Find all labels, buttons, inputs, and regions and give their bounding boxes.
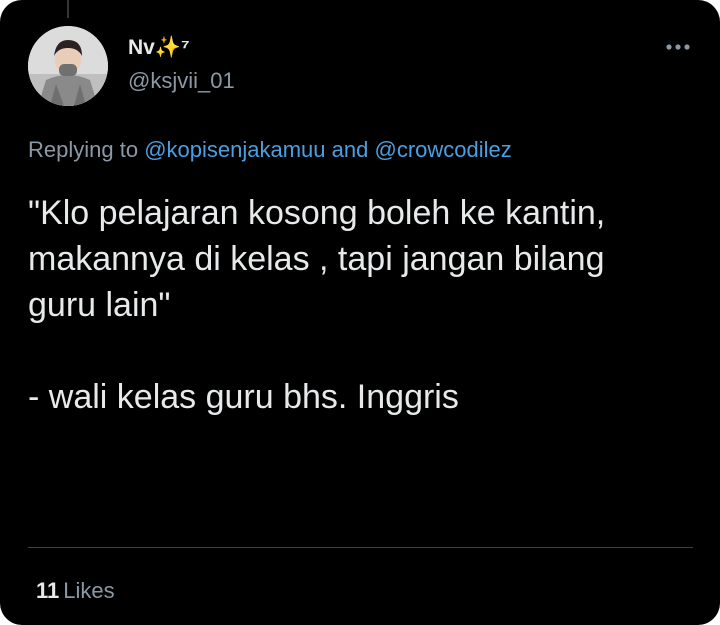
tweet-text-line: "Klo pelajaran kosong boleh ke kantin, (28, 194, 606, 232)
likes-count: 11 (36, 578, 60, 603)
avatar[interactable] (28, 26, 108, 106)
replying-to-prefix: Replying to (28, 137, 139, 162)
replying-to-conjunction: and (331, 137, 369, 162)
replying-to-line: Replying to @kopisenjakamuu and @crowcod… (28, 136, 512, 164)
avatar-image (28, 26, 108, 106)
tweet-body: "Klo pelajaran kosong boleh ke kantin, m… (28, 190, 688, 420)
author-handle[interactable]: @ksjvii_01 (128, 68, 235, 94)
likes-stat[interactable]: 11 Likes (36, 577, 115, 605)
tweet-text-line: - wali kelas guru bhs. Inggris (28, 378, 459, 416)
mention-link-1[interactable]: @kopisenjakamuu (144, 137, 325, 162)
author-display-name[interactable]: Nv✨⁷ (128, 36, 190, 60)
thread-connector-line (67, 0, 69, 18)
divider (28, 547, 693, 548)
more-horizontal-icon[interactable] (664, 38, 692, 56)
tweet-text-line: makannya di kelas , tapi jangan bilang (28, 240, 605, 278)
mention-link-2[interactable]: @crowcodilez (375, 137, 512, 162)
likes-label: Likes (63, 578, 115, 603)
tweet-card: Nv✨⁷ @ksjvii_01 Replying to @kopisenjaka… (0, 0, 720, 625)
tweet-text-line: guru lain" (28, 286, 171, 324)
